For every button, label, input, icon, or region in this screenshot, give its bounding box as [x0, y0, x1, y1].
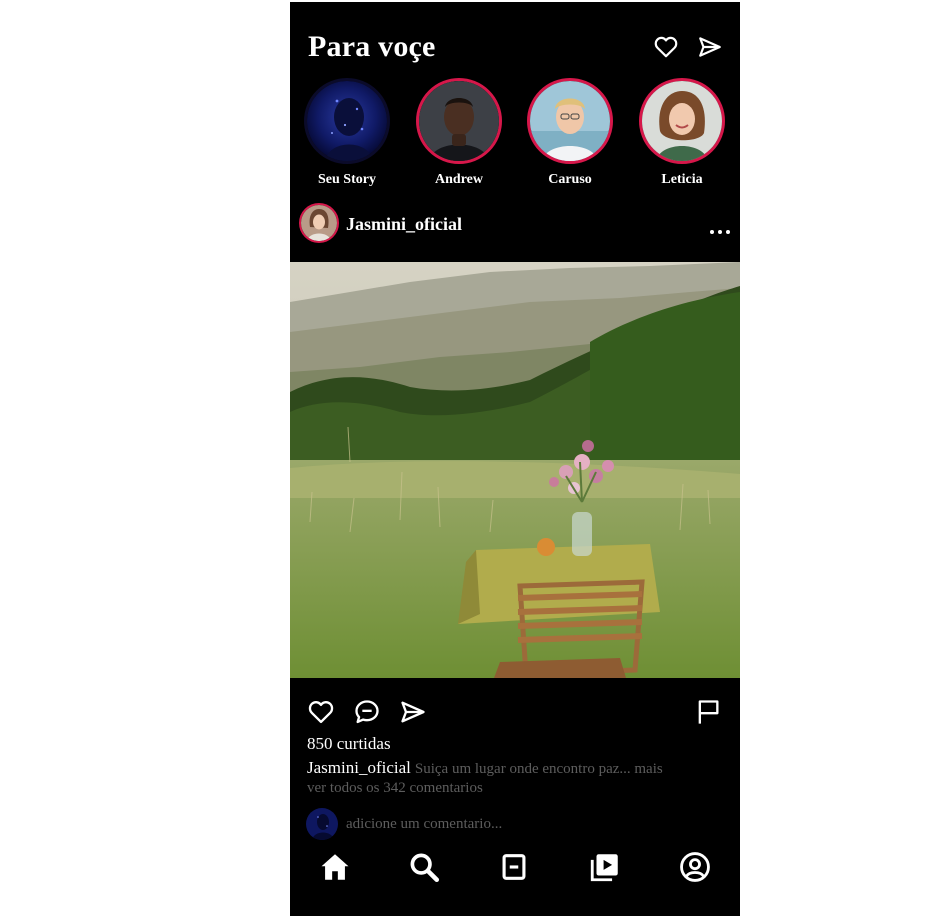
add-comment-row [306, 808, 726, 842]
share-send-icon[interactable] [399, 698, 427, 726]
add-post-icon[interactable] [497, 850, 531, 884]
story-name: Caruso [548, 172, 592, 187]
phone-screen: Para voçe Seu Story Andrew Caruso Letici… [290, 2, 740, 916]
story-avatar [416, 78, 502, 164]
likes-count: 850 curtidas [307, 734, 391, 753]
comment-icon[interactable] [353, 698, 381, 726]
profile-icon[interactable] [678, 850, 712, 884]
comment-input[interactable] [346, 813, 716, 835]
story-avatar [527, 78, 613, 164]
story-name: Andrew [435, 172, 483, 187]
page-title: Para voçe [308, 30, 436, 63]
top-bar: Para voçe [290, 2, 740, 74]
post-header: Jasmini_oficial [290, 202, 740, 252]
stories-bar: Seu Story Andrew Caruso Leticia [290, 78, 740, 190]
post-image[interactable] [290, 262, 740, 678]
post-caption: Jasmini_oficial Suiça um lugar onde enco… [307, 757, 727, 780]
search-icon[interactable] [407, 850, 441, 884]
view-all-comments-link[interactable]: ver todos os 342 comentarios [307, 780, 483, 797]
caption-username[interactable]: Jasmini_oficial [307, 758, 411, 777]
send-icon[interactable] [697, 34, 723, 60]
caption-text[interactable]: Suiça um lugar onde encontro paz... mais [415, 761, 663, 777]
reels-icon[interactable] [588, 850, 622, 884]
like-heart-icon[interactable] [307, 698, 335, 726]
post-actions [290, 698, 740, 732]
story-item-andrew[interactable]: Andrew [409, 78, 509, 188]
bottom-nav [290, 850, 740, 900]
flag-icon[interactable] [694, 698, 722, 726]
story-name: Leticia [661, 172, 703, 187]
landscape-photo [290, 262, 740, 678]
heart-icon[interactable] [653, 34, 679, 60]
more-options-icon[interactable] [708, 222, 732, 242]
post-username[interactable]: Jasmini_oficial [346, 214, 462, 235]
story-avatar [639, 78, 725, 164]
home-icon[interactable] [318, 850, 352, 884]
story-name: Seu Story [318, 172, 376, 187]
comment-avatar [306, 808, 338, 840]
story-item-caruso[interactable]: Caruso [520, 78, 620, 188]
story-item-seu-story[interactable]: Seu Story [297, 78, 397, 188]
post-avatar[interactable] [299, 203, 339, 243]
story-avatar [304, 78, 390, 164]
story-item-leticia[interactable]: Leticia [632, 78, 732, 188]
